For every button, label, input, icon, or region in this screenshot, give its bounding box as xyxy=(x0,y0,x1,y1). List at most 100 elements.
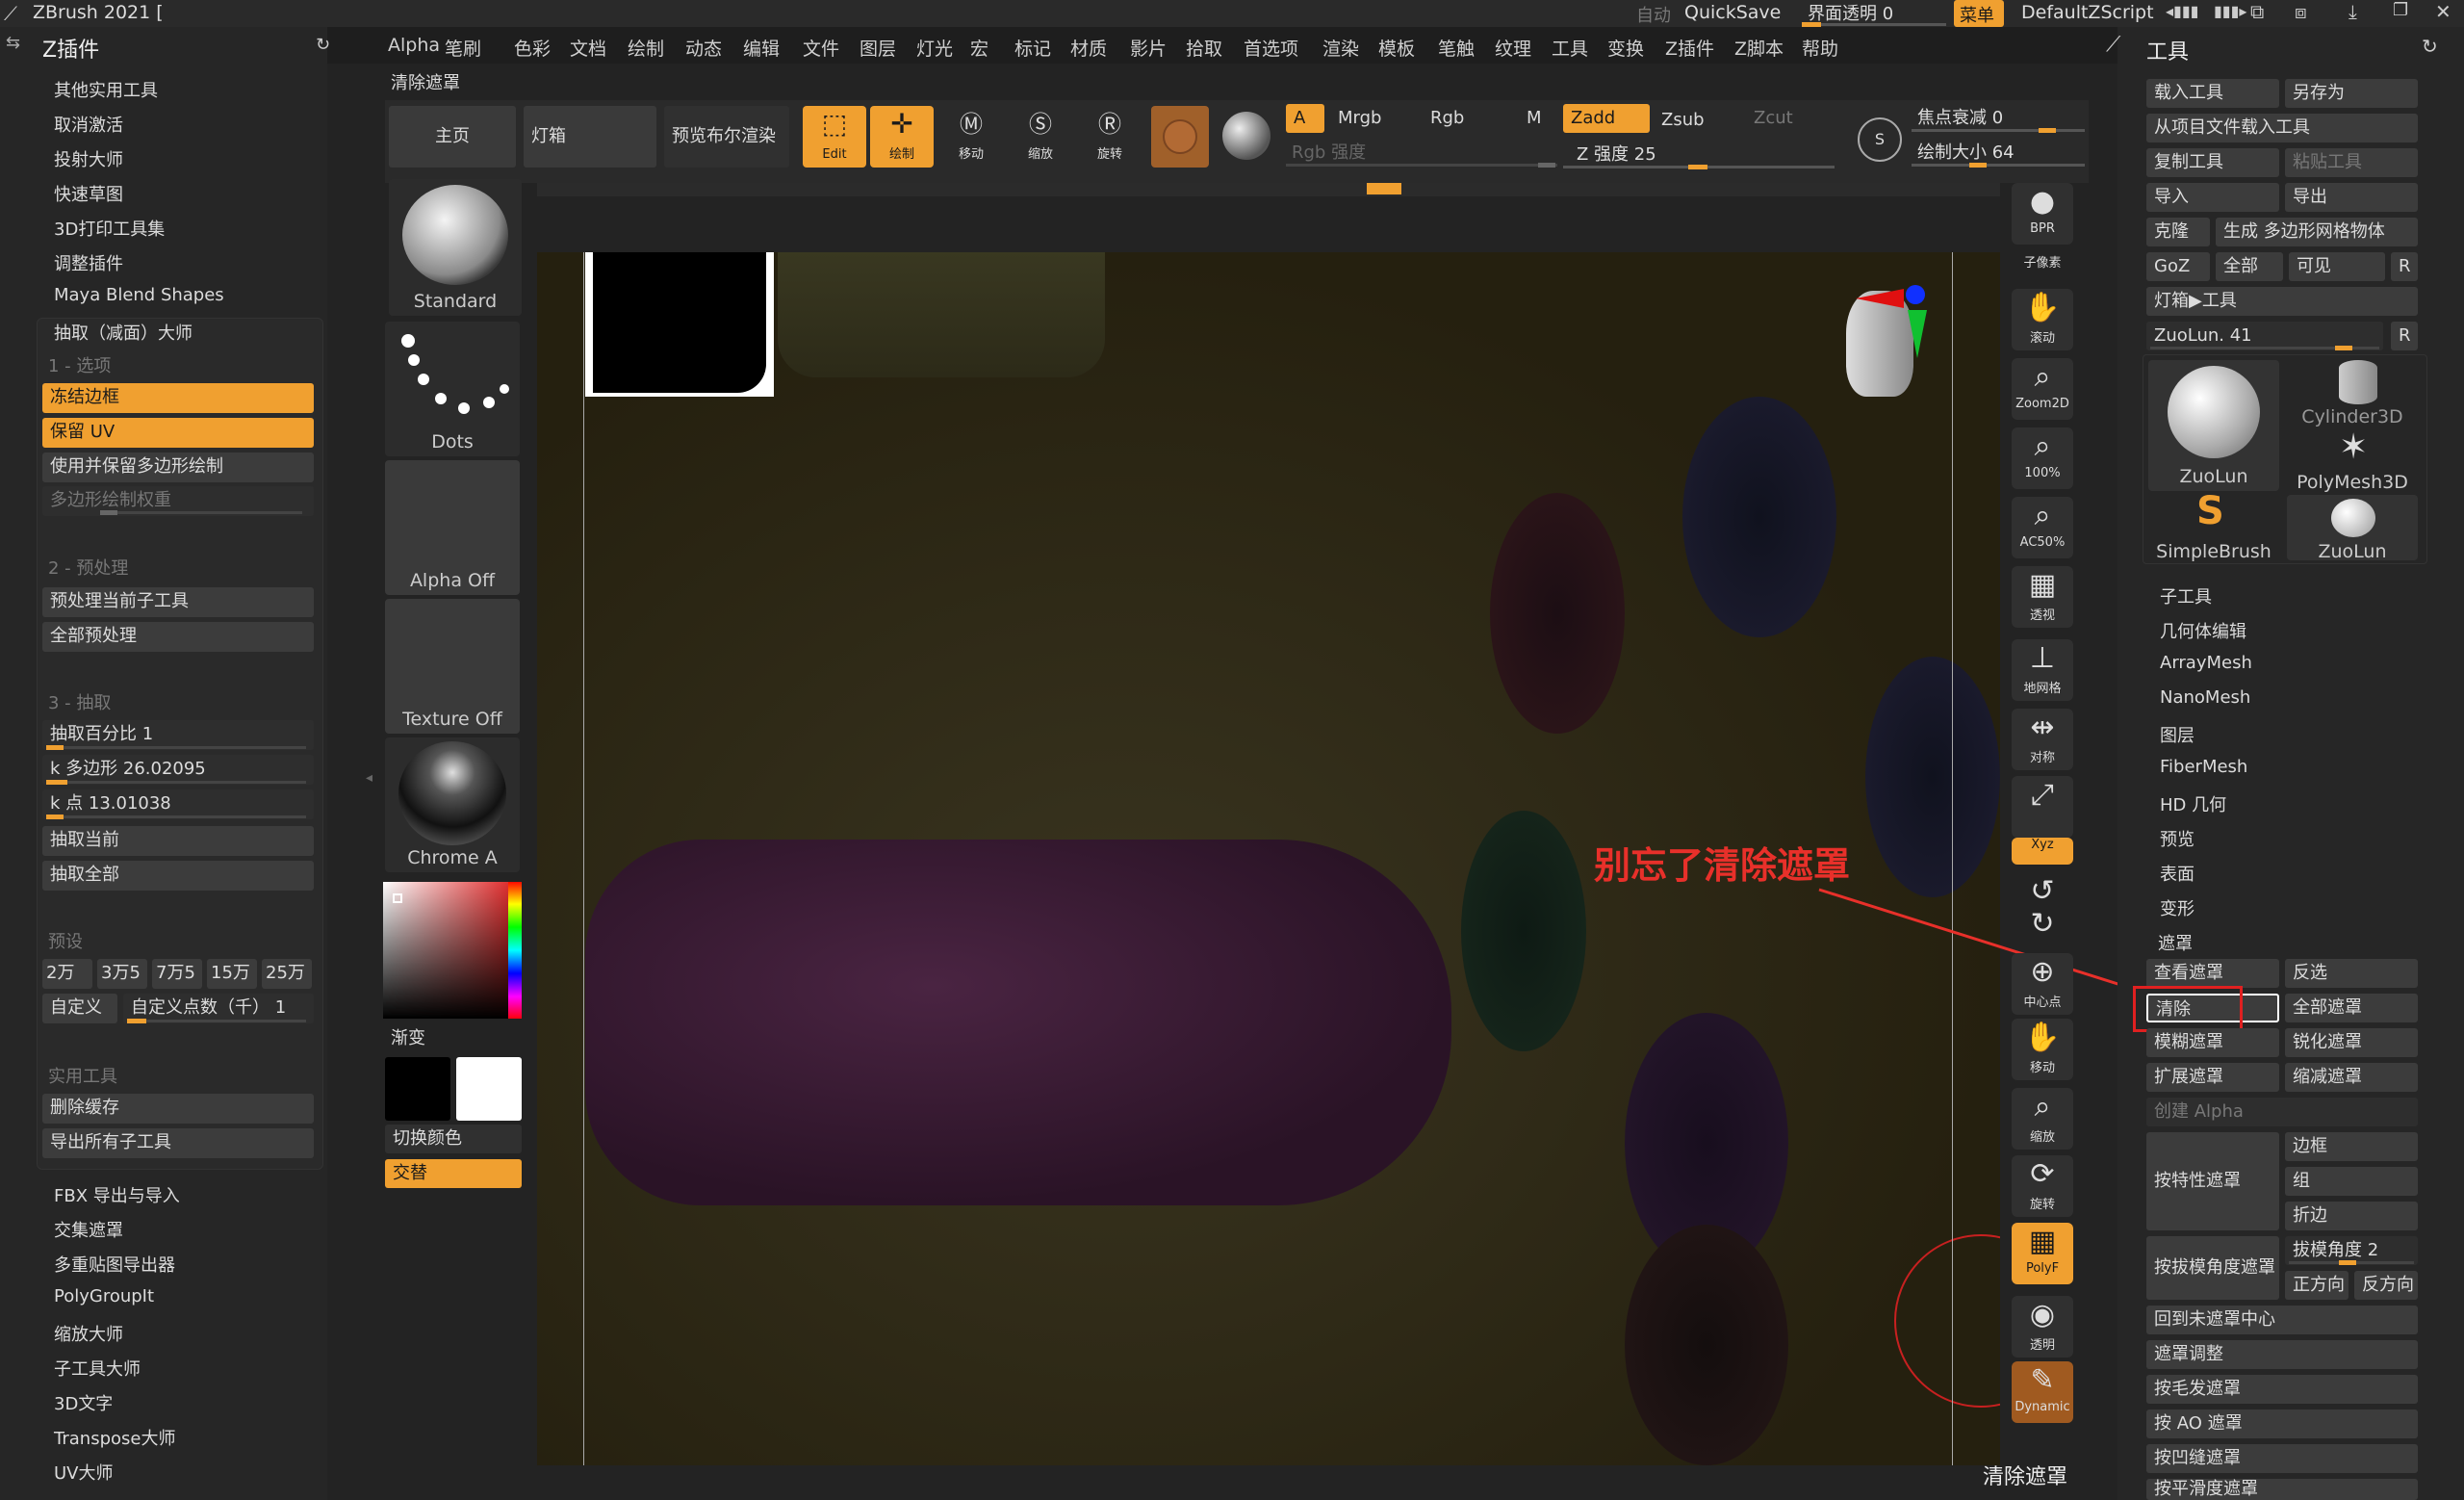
inverse-mask-button[interactable]: 反选 xyxy=(2285,959,2418,988)
menu-item[interactable]: 工具 xyxy=(1552,35,1588,61)
decimation-header[interactable]: 抽取（减面）大师 xyxy=(54,320,192,345)
tool-panel-refresh-icon[interactable]: ↻ xyxy=(2422,35,2438,58)
lightbox-tools-button[interactable]: 灯箱▶工具 xyxy=(2146,287,2418,316)
decimate-current-button[interactable]: 抽取当前 xyxy=(42,826,314,856)
subpalette-item[interactable]: 几何体编辑 xyxy=(2160,618,2246,643)
plugin-item[interactable]: Transpose大师 xyxy=(54,1425,175,1450)
menu-item[interactable]: 色彩 xyxy=(514,35,551,61)
plugin-item[interactable]: 3D文字 xyxy=(54,1390,113,1415)
sphere-material-icon[interactable] xyxy=(1222,112,1270,160)
load-tool-button[interactable]: 载入工具 xyxy=(2146,79,2279,108)
kpoints-slider[interactable]: k 点 13.01038 xyxy=(42,789,314,819)
plugin-item[interactable]: 投射大师 xyxy=(54,146,123,171)
subpalette-item[interactable]: 子工具 xyxy=(2160,583,2212,608)
plugin-item[interactable]: 缩放大师 xyxy=(54,1321,123,1346)
zoom-view-icon[interactable]: ⌕ 缩放 xyxy=(2012,1088,2073,1150)
view-mask-toggle[interactable]: 查看遮罩 xyxy=(2146,959,2279,988)
menu-item[interactable]: 编辑 xyxy=(743,35,780,61)
plugin-item[interactable]: 取消激活 xyxy=(54,112,123,137)
menu-item[interactable]: 首选项 xyxy=(1244,35,1298,61)
refresh-icon[interactable]: ↻ xyxy=(316,35,330,55)
bpr-preview-button[interactable]: 预览布尔渲染 xyxy=(664,106,789,168)
focal-shift-slider[interactable]: 焦点衰减 0 xyxy=(1912,102,2085,135)
menu-item[interactable]: Z脚本 xyxy=(1734,35,1784,61)
draft-angle-slider[interactable]: 拔模角度 2 xyxy=(2285,1236,2418,1265)
texture-off-thumb[interactable]: Texture Off xyxy=(385,599,520,734)
transparency-icon[interactable]: ◉ 透明 xyxy=(2012,1296,2073,1358)
subpalette-item[interactable]: 变形 xyxy=(2160,895,2194,920)
goz-r-button[interactable]: R xyxy=(2391,252,2418,281)
menu-item[interactable]: 材质 xyxy=(1070,35,1107,61)
decimation-percent-slider[interactable]: 抽取百分比 1 xyxy=(42,720,314,750)
preprocess-all-button[interactable]: 全部预处理 xyxy=(42,622,314,652)
subpalette-item[interactable]: ArrayMesh xyxy=(2160,653,2252,673)
menu-item[interactable]: 动态 xyxy=(685,35,722,61)
delete-cache-button[interactable]: 删除缓存 xyxy=(42,1094,314,1124)
layout-right-icon[interactable]: ▮▮▮▸ xyxy=(2214,2,2246,20)
menu-item[interactable]: 渲染 xyxy=(1322,35,1359,61)
positive-direction-button[interactable]: 正方向 xyxy=(2285,1271,2348,1300)
plugin-item[interactable]: 交集遮罩 xyxy=(54,1217,123,1242)
menu-item[interactable]: 变换 xyxy=(1607,35,1644,61)
tool-polymesh3d-thumb[interactable]: ✶ PolyMesh3D xyxy=(2287,427,2418,493)
timeline-strip[interactable] xyxy=(537,183,2000,196)
move-mode-button[interactable]: Ⓜ 移动 xyxy=(939,106,1003,168)
layout-2-icon[interactable]: ⧈ xyxy=(2295,0,2307,23)
sharpen-mask-button[interactable]: 锐化遮罩 xyxy=(2285,1028,2418,1057)
plugin-item[interactable]: PolyGroupIt xyxy=(54,1286,154,1306)
gradient-label[interactable]: 渐变 xyxy=(391,1024,425,1049)
menu-item[interactable]: Z插件 xyxy=(1665,35,1714,61)
menu-item[interactable]: 笔刷 xyxy=(445,35,481,61)
export-button[interactable]: 导出 xyxy=(2285,183,2418,212)
subpalette-item[interactable]: 表面 xyxy=(2160,861,2194,886)
alpha-off-thumb[interactable]: Alpha Off xyxy=(385,460,520,595)
menu-item[interactable]: 拾取 xyxy=(1186,35,1222,61)
menu-item[interactable]: 标记 xyxy=(1014,35,1051,61)
rotate-view-icon[interactable]: ⟳ 旋转 xyxy=(2012,1155,2073,1217)
menu-item[interactable]: 灯光 xyxy=(916,35,953,61)
rotate-y-icon[interactable]: ↻ xyxy=(2012,905,2073,941)
secondary-color-swatch[interactable] xyxy=(456,1057,522,1121)
restore-icon[interactable]: ❐ xyxy=(2393,0,2408,20)
center-point-icon[interactable]: ⊕ 中心点 xyxy=(2012,953,2073,1015)
feature-groups-toggle[interactable]: 组 xyxy=(2285,1167,2418,1196)
floor-grid-icon[interactable]: ⊥ 地网格 xyxy=(2012,639,2073,701)
lightbox-button[interactable]: 灯箱 xyxy=(524,106,656,168)
menu-item[interactable]: 文件 xyxy=(803,35,839,61)
lazy-mouse-icon[interactable]: S xyxy=(1858,117,1902,162)
menu-item[interactable]: 绘制 xyxy=(628,35,664,61)
negative-direction-button[interactable]: 反方向 xyxy=(2354,1271,2418,1300)
minimize-icon[interactable]: ⤓ xyxy=(2348,0,2357,23)
preset-button[interactable]: 2万 xyxy=(42,959,92,989)
default-zscript-button[interactable]: DefaultZScript xyxy=(2021,2,2154,23)
color-picker[interactable] xyxy=(383,882,522,1019)
ui-transparency-slider[interactable]: 界面透明 0 xyxy=(1802,0,1946,27)
custom-points-slider[interactable]: 自定义点数（千） 1 xyxy=(123,994,314,1023)
grow-mask-button[interactable]: 扩展遮罩 xyxy=(2146,1063,2279,1092)
preset-button[interactable]: 7万5 xyxy=(152,959,202,989)
actual-size-icon[interactable]: ⌕ 100% xyxy=(2012,427,2073,489)
collapse-left-icon[interactable]: ◂ xyxy=(366,770,372,786)
material-swatch[interactable] xyxy=(1151,106,1209,168)
menu-item[interactable]: Alpha xyxy=(388,35,440,56)
switch-color-button[interactable]: 切换颜色 xyxy=(385,1125,522,1153)
move-view-icon[interactable]: ✋ 移动 xyxy=(2012,1019,2073,1080)
chrome-material-thumb[interactable]: Chrome A xyxy=(385,737,520,872)
preset-button[interactable]: 25万 xyxy=(262,959,312,989)
menu-item[interactable]: 纹理 xyxy=(1495,35,1531,61)
goz-button[interactable]: GoZ xyxy=(2146,252,2210,281)
keep-uv-toggle[interactable]: 保留 UV xyxy=(42,418,314,448)
plugin-item[interactable]: UV大师 xyxy=(54,1460,114,1485)
polypaint-weight-slider[interactable]: 多边形绘制权重 xyxy=(42,486,314,516)
dynamic-icon[interactable]: ✎ Dynamic xyxy=(2012,1361,2073,1423)
subpalette-item[interactable]: FiberMesh xyxy=(2160,757,2247,777)
edit-mode-button[interactable]: ⬚ Edit xyxy=(803,106,866,168)
polyframe-icon[interactable]: ▦ PolyF xyxy=(2012,1223,2073,1284)
feature-border-toggle[interactable]: 边框 xyxy=(2285,1132,2418,1161)
mask-by-angle-button[interactable]: 按拔模角度遮罩 xyxy=(2146,1236,2279,1300)
decimate-all-button[interactable]: 抽取全部 xyxy=(42,861,314,891)
tool-simplebrush-thumb[interactable]: S SimpleBrush xyxy=(2148,489,2279,562)
rotate-mode-button[interactable]: Ⓡ 旋转 xyxy=(1078,106,1142,168)
zsub-toggle[interactable]: Zsub xyxy=(1661,110,1705,130)
save-as-button[interactable]: 另存为 xyxy=(2285,79,2418,108)
